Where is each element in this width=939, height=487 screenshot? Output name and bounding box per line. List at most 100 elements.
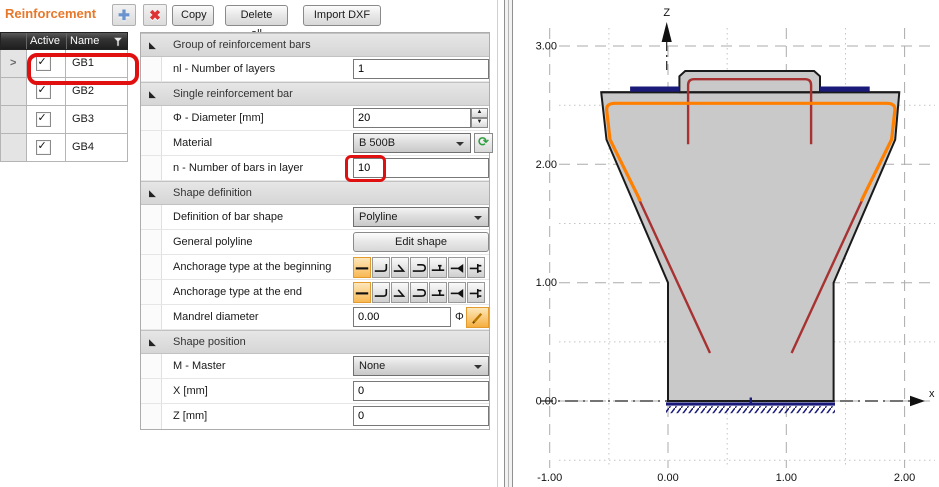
splitter-handle[interactable] [504,0,513,487]
x-tick-label: 0.00 [657,472,678,484]
diameter-stepper[interactable]: ▲ ▼ [471,108,488,128]
filter-icon[interactable] [113,33,127,49]
x-icon: ✖ [149,7,161,23]
material-select[interactable]: B 500B [353,133,471,153]
row-name[interactable]: GB2 [66,78,127,105]
anchorage-end-options [353,282,485,303]
anchorage-hook-90-icon[interactable] [372,257,390,278]
reinforcement-table: Active Name > ✓ GB1 ✓ GB2 ✓ GB3 ✓ GB4 [0,32,128,162]
pencil-icon [470,310,485,325]
anchorage-end-label: Anchorage type at the end [173,286,302,298]
anchorage-hook-135-icon[interactable] [391,282,409,303]
material-label: Material [173,137,212,149]
mandrel-edit-button[interactable] [466,307,489,328]
section-group-of-bars[interactable]: ◣ Group of reinforcement bars [141,33,489,57]
collapse-icon: ◣ [149,337,156,348]
row-selector: > [1,50,27,77]
table-row-gb3[interactable]: ✓ GB3 [0,106,128,134]
master-select[interactable]: None [353,356,489,376]
anchorage-hook-180-icon[interactable] [410,257,428,278]
anchorage-plate-icon[interactable] [467,257,485,278]
nl-label: nl - Number of layers [173,63,275,75]
name-column-header[interactable]: Name [67,33,113,49]
section-shape-position[interactable]: ◣ Shape position [141,330,489,354]
z-axis-arrow-icon [662,22,672,42]
z-axis-label: Z [663,7,670,19]
spin-down-icon[interactable]: ▼ [471,118,488,128]
plus-icon: ✚ [118,7,130,23]
n-bars-label: n - Number of bars in layer [173,162,303,174]
z-axis: Z [662,7,672,70]
n-bars-input[interactable] [353,158,489,178]
table-row-gb1[interactable]: > ✓ GB1 [0,50,128,78]
property-panel: ◣ Group of reinforcement bars nl - Numbe… [140,32,490,430]
row-name[interactable]: GB4 [66,134,127,161]
active-checkbox[interactable]: ✓ [36,84,51,99]
reinforcement-editor: Reinforcement ✚ ✖ Copy Delete all Import… [0,0,939,487]
anchorage-begin-label: Anchorage type at the beginning [173,261,331,273]
cross-section-outline[interactable] [601,92,899,401]
mandrel-input[interactable] [353,307,451,327]
anchorage-foot-icon[interactable] [429,257,447,278]
anchorage-hook-135-icon[interactable] [391,257,409,278]
mandrel-label: Mandrel diameter [173,311,259,323]
collapse-icon: ◣ [149,40,156,51]
section-single-bar[interactable]: ◣ Single reinforcement bar [141,82,489,106]
z-input[interactable] [353,406,489,426]
add-button[interactable]: ✚ [112,4,136,26]
table-row-gb2[interactable]: ✓ GB2 [0,78,128,106]
material-refresh-button[interactable]: ⟳ [474,133,493,153]
phi-unit-label: Φ [455,311,464,323]
anchorage-hook-180-icon[interactable] [410,282,428,303]
diameter-label: Φ - Diameter [mm] [173,112,264,124]
import-dxf-button[interactable]: Import DXF [303,5,381,26]
nl-input[interactable] [353,59,489,79]
z-tick-label: 3.00 [536,41,557,53]
copy-button[interactable]: Copy [172,5,214,26]
anchorage-straight-icon[interactable] [353,282,371,303]
active-checkbox[interactable]: ✓ [36,140,51,155]
x-tick-label: 2.00 [894,472,915,484]
z-tick-label: 2.00 [536,159,557,171]
spin-up-icon[interactable]: ▲ [471,108,488,118]
x-label: X [mm] [173,385,208,397]
x-input[interactable] [353,381,489,401]
anchorage-hook-90-icon[interactable] [372,282,390,303]
active-checkbox[interactable]: ✓ [36,56,51,71]
page-title: Reinforcement [5,6,96,21]
bearing-plate-right[interactable] [820,87,870,92]
row-name[interactable]: GB3 [66,106,127,133]
diameter-input[interactable] [353,108,471,128]
panel-divider [497,0,498,487]
x-tick-label: -1.00 [537,472,562,484]
delete-all-button[interactable]: Delete all [225,5,288,26]
bar-shape-select[interactable]: Polyline [353,207,489,227]
edit-shape-button[interactable]: Edit shape [353,232,489,252]
collapse-icon: ◣ [149,89,156,100]
row-name[interactable]: GB1 [66,50,127,77]
anchorage-straight-icon[interactable] [353,257,371,278]
anchorage-head-icon[interactable] [448,257,466,278]
anchorage-head-icon[interactable] [448,282,466,303]
selector-column-header [1,33,27,49]
table-row-gb4[interactable]: ✓ GB4 [0,134,128,162]
master-label: M - Master [173,360,226,372]
delete-button[interactable]: ✖ [143,4,167,26]
general-polyline-label: General polyline [173,236,253,248]
table-header: Active Name [0,32,128,50]
plinth-outline[interactable] [679,71,820,92]
section-shape-definition[interactable]: ◣ Shape definition [141,181,489,205]
anchorage-foot-icon[interactable] [429,282,447,303]
bar-shape-label: Definition of bar shape [173,211,283,223]
section-drawing-canvas[interactable]: 3.00 2.00 1.00 0.00 -1.00 0.00 1.00 2.00… [513,0,939,487]
active-checkbox[interactable]: ✓ [36,112,51,127]
x-axis-label: x [929,388,935,400]
active-column-header: Active [27,33,67,49]
x-tick-label: 1.00 [776,472,797,484]
bearing-plate-left[interactable] [630,87,679,92]
refresh-icon: ⟳ [478,135,489,150]
x-axis-arrow-icon [910,396,925,406]
z-label: Z [mm] [173,410,207,422]
anchorage-begin-options [353,257,485,278]
anchorage-plate-icon[interactable] [467,282,485,303]
